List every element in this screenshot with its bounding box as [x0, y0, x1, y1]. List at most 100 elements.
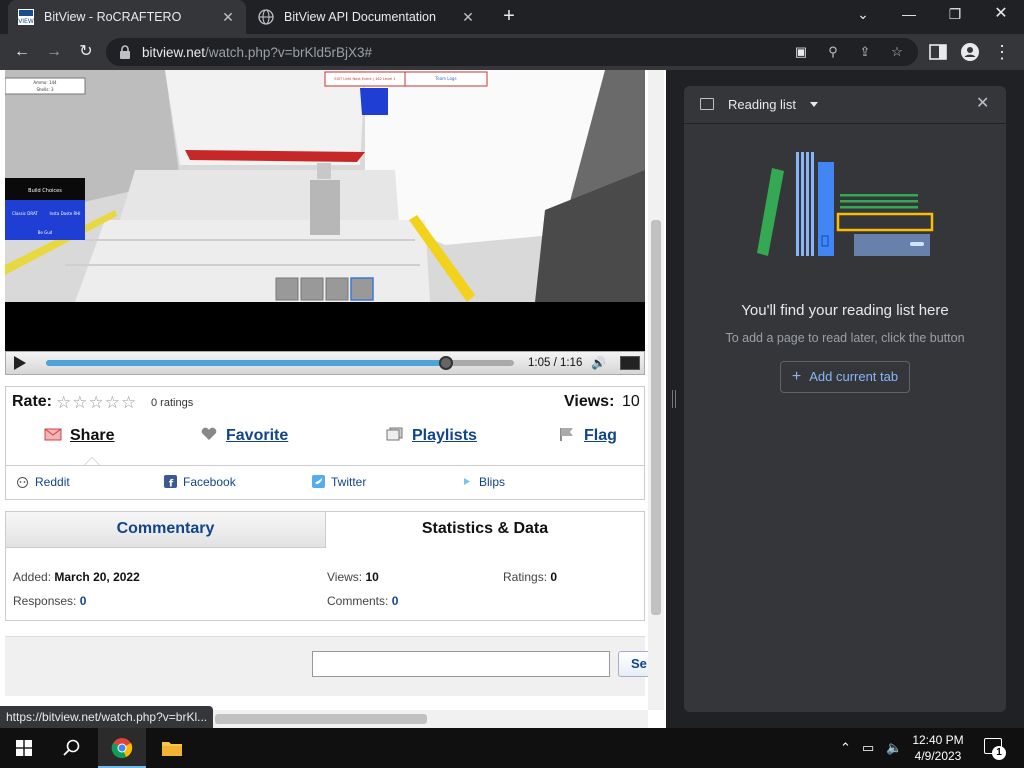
volume-icon[interactable]: 🔈 [886, 740, 902, 756]
share-button[interactable]: Share [44, 427, 114, 445]
share-pointer [84, 457, 100, 465]
views-label: Views: [564, 393, 615, 410]
tab-search-chevron-icon[interactable]: ⌄ [840, 0, 886, 30]
taskbar-file-explorer-icon[interactable] [148, 728, 196, 768]
overlay-shells-text: Shells: 3 [36, 87, 53, 92]
reload-icon[interactable]: ↻ [74, 40, 98, 64]
stat-label: Comments: [327, 594, 389, 608]
url-text: bitview.net/watch.php?v=brKld5rBjX3# [142, 45, 372, 60]
video-player[interactable]: Build Choices Classic DRAT Insta Daste R… [5, 70, 645, 352]
reading-list-panel: Reading list ✕ You'll find your reading … [684, 86, 1006, 712]
playlists-button[interactable]: Playlists [386, 427, 477, 445]
stat-label: Added: [13, 570, 52, 584]
back-arrow-icon[interactable]: ← [10, 40, 34, 64]
window-close-icon[interactable]: ✕ [978, 0, 1024, 30]
share-blips-link[interactable]: Blips [460, 475, 505, 489]
share-icon[interactable]: ⇪ [856, 43, 874, 61]
playlists-label: Playlists [412, 427, 477, 444]
tab-api-docs[interactable]: BitView API Documentation ✕ [248, 0, 486, 34]
envelope-share-icon [44, 428, 62, 441]
taskbar-chrome-icon[interactable] [98, 728, 146, 768]
close-panel-icon[interactable]: ✕ [976, 93, 989, 113]
forward-arrow-icon[interactable]: → [42, 40, 66, 64]
divider [6, 465, 644, 466]
reading-list-icon [700, 98, 714, 110]
reddit-icon [17, 477, 28, 488]
heart-icon [201, 427, 217, 440]
panel-splitter[interactable] [666, 70, 682, 728]
reading-list-dropdown[interactable]: Reading list [700, 94, 818, 114]
stat-label: Views: [327, 570, 363, 584]
rate-label: Rate: [12, 393, 53, 410]
share-twitter-link[interactable]: Twitter [312, 475, 366, 489]
taskbar-clock[interactable]: 12:40 PM 4/9/2023 [908, 732, 968, 764]
stat-ratings: Ratings: 0 [503, 570, 557, 584]
search-input[interactable] [312, 651, 610, 677]
url-host: bitview.net [142, 45, 206, 60]
stat-value: March 20, 2022 [54, 570, 140, 584]
minimize-icon[interactable]: — [886, 0, 932, 30]
reading-list-empty-subtitle: To add a page to read later, click the b… [725, 331, 965, 345]
address-bar[interactable]: bitview.net/watch.php?v=brKld5rBjX3# ▣ ⚲… [106, 38, 918, 66]
reading-list-header: Reading list [728, 96, 796, 112]
tab-bitview-watch[interactable]: VIEW BitView - RoCRAFTERO ✕ [8, 0, 246, 34]
url-path: /watch.php?v=brKld5rBjX3# [205, 45, 373, 60]
fullscreen-icon[interactable] [620, 356, 640, 370]
tab-strip: VIEW BitView - RoCRAFTERO ✕ BitView API … [0, 0, 1024, 34]
reading-list-empty-title: You'll find your reading list here [741, 302, 949, 319]
share-label: Share [70, 427, 115, 444]
show-hidden-icons-icon[interactable]: ⌃ [840, 740, 851, 756]
clock-time: 12:40 PM [912, 733, 964, 747]
tab-commentary[interactable]: Commentary [6, 512, 326, 548]
overlay-right-text: Insta Daste RHI [50, 211, 81, 216]
video-info-panel: Commentary Statistics & Data Added: Marc… [5, 511, 645, 621]
splitter-grip[interactable] [672, 390, 676, 408]
add-current-tab-label: Add current tab [809, 369, 899, 384]
vertical-scrollbar[interactable] [648, 70, 664, 710]
favorite-label: Favorite [226, 427, 289, 444]
windows-start-icon[interactable] [0, 728, 48, 768]
menu-kebab-icon[interactable]: ⋮ [990, 40, 1014, 64]
site-blocked-icon[interactable]: ▣ [792, 43, 810, 61]
close-tab-icon[interactable]: ✕ [220, 9, 236, 26]
share-reddit-link[interactable]: Reddit [16, 475, 70, 489]
restore-icon[interactable]: ❐ [932, 0, 978, 30]
side-panel-icon[interactable] [926, 40, 950, 64]
seek-handle[interactable] [439, 356, 454, 370]
comments-link[interactable]: 0 [392, 594, 399, 608]
notification-count: 1 [992, 746, 1006, 760]
stat-responses: Responses: 0 [13, 594, 86, 608]
overlay-teams-label: Team Logs [434, 76, 456, 81]
zoom-search-icon[interactable]: ⚲ [824, 43, 842, 61]
horizontal-scroll-thumb[interactable] [215, 714, 427, 724]
seek-bar[interactable] [46, 356, 514, 370]
browser-toolbar: ← → ↻ bitview.net/watch.php?v=brKld5rBjX… [0, 34, 1024, 70]
new-tab-icon[interactable]: + [498, 5, 520, 27]
flag-button[interactable]: Flag [558, 427, 617, 445]
overlay-red-label: EXIT Until Next Event | 162 Level 1 [334, 77, 395, 81]
flag-label: Flag [584, 427, 617, 444]
play-icon[interactable] [14, 356, 26, 370]
tab-statistics[interactable]: Statistics & Data [326, 512, 644, 548]
web-page: Build Choices Classic DRAT Insta Daste R… [0, 70, 666, 728]
globe-icon [258, 9, 274, 25]
svg-text:VIEW: VIEW [18, 18, 34, 25]
profile-icon[interactable] [958, 40, 982, 64]
network-icon[interactable]: ▭ [862, 740, 874, 756]
facebook-icon: f [164, 475, 177, 488]
volume-icon[interactable]: 🔊 [591, 356, 606, 370]
stat-label: Ratings: [503, 570, 548, 584]
stat-value: 0 [550, 570, 558, 584]
responses-link[interactable]: 0 [80, 594, 87, 608]
favorite-button[interactable]: Favorite [200, 427, 288, 445]
bookmark-star-icon[interactable]: ☆ [888, 43, 906, 61]
stat-label: Responses: [13, 594, 77, 608]
vertical-scroll-thumb[interactable] [651, 220, 661, 615]
clock-date: 4/9/2023 [914, 749, 962, 763]
share-facebook-link[interactable]: f Facebook [164, 475, 236, 489]
add-current-tab-button[interactable]: + Add current tab [780, 361, 910, 393]
ratings-count: 0 ratings [151, 397, 194, 409]
close-tab-icon[interactable]: ✕ [460, 9, 476, 26]
star-rating[interactable]: ☆☆☆☆☆ [56, 393, 137, 413]
taskbar-search-icon[interactable] [48, 728, 96, 768]
